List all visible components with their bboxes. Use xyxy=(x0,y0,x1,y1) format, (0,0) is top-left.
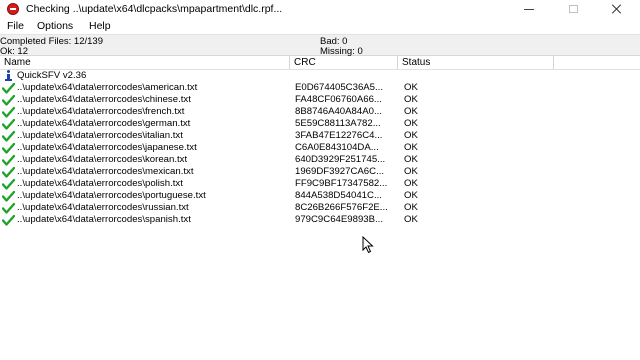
file-crc: 640D3929F251745... xyxy=(295,154,386,165)
file-status: OK xyxy=(404,130,418,141)
file-name: ..\update\x64\data\errorcodes\russian.tx… xyxy=(17,202,189,213)
file-name: ..\update\x64\data\errorcodes\japanese.t… xyxy=(17,142,197,153)
quicksfv-window: Checking ..\update\x64\dlcpacks\mpapartm… xyxy=(0,0,640,360)
file-crc: 1969DF3927CA6C... xyxy=(295,166,385,177)
file-status: OK xyxy=(404,142,418,153)
check-icon xyxy=(2,191,15,202)
info-icon xyxy=(4,70,13,82)
file-crc: E0D674405C36A5... xyxy=(295,82,384,93)
file-status: OK xyxy=(404,94,418,105)
file-status: OK xyxy=(404,178,418,189)
file-crc: 8B8746A40A84A0... xyxy=(295,106,382,117)
list-item[interactable]: ..\update\x64\data\errorcodes\german.txt… xyxy=(0,118,640,130)
file-crc: 5E59C88113A782... xyxy=(295,118,381,129)
file-crc: 8C26B266F576F2E... xyxy=(295,202,388,213)
close-button[interactable] xyxy=(596,0,638,18)
file-name: ..\update\x64\data\errorcodes\french.txt xyxy=(17,106,185,117)
close-icon xyxy=(612,4,622,14)
file-crc: 979C9C64E9893B... xyxy=(295,214,384,225)
file-status: OK xyxy=(404,106,418,117)
minimize-icon xyxy=(524,8,534,10)
file-crc: FA48CF06760A66... xyxy=(295,94,382,105)
list-item[interactable]: ..\update\x64\data\errorcodes\italian.tx… xyxy=(0,130,640,142)
list-header: Name CRC Status xyxy=(0,56,640,70)
file-name: ..\update\x64\data\errorcodes\german.txt xyxy=(17,118,191,129)
minimize-button[interactable] xyxy=(508,0,550,18)
file-name: ..\update\x64\data\errorcodes\korean.txt xyxy=(17,154,188,165)
file-name: ..\update\x64\data\errorcodes\italian.tx… xyxy=(17,130,183,141)
file-status: OK xyxy=(404,82,418,93)
list-item[interactable]: ..\update\x64\data\errorcodes\chinese.tx… xyxy=(0,94,640,106)
list-item[interactable]: ..\update\x64\data\errorcodes\japanese.t… xyxy=(0,142,640,154)
window-title: Checking ..\update\x64\dlcpacks\mpapartm… xyxy=(26,3,283,15)
file-name: ..\update\x64\data\errorcodes\portuguese… xyxy=(17,190,206,201)
column-header-name[interactable]: Name xyxy=(0,56,290,69)
menu-bar: File Options Help xyxy=(0,18,640,34)
file-status: OK xyxy=(404,154,418,165)
file-name: ..\update\x64\data\errorcodes\mexican.tx… xyxy=(17,166,194,177)
menu-file[interactable]: File xyxy=(7,20,24,32)
file-name: ..\update\x64\data\errorcodes\chinese.tx… xyxy=(17,94,191,105)
check-icon xyxy=(2,167,15,178)
file-crc: C6A0E843104DA... xyxy=(295,142,379,153)
file-status: OK xyxy=(404,214,418,225)
mouse-cursor-icon xyxy=(362,236,374,254)
list-item[interactable]: ..\update\x64\data\errorcodes\russian.tx… xyxy=(0,202,640,214)
file-name: ..\update\x64\data\errorcodes\american.t… xyxy=(17,82,198,93)
check-icon xyxy=(2,119,15,130)
list-item[interactable]: ..\update\x64\data\errorcodes\spanish.tx… xyxy=(0,214,640,226)
status-panel: Completed Files: 12/139 Ok: 12 Bad: 0 Mi… xyxy=(0,34,640,57)
check-icon xyxy=(2,131,15,142)
maximize-icon xyxy=(568,5,578,13)
file-crc: 844A538D54041C... xyxy=(295,190,382,201)
check-icon xyxy=(2,179,15,190)
list-item[interactable]: ..\update\x64\data\errorcodes\mexican.tx… xyxy=(0,166,640,178)
file-crc: 3FAB47E12276C4... xyxy=(295,130,383,141)
list-item[interactable]: ..\update\x64\data\errorcodes\portuguese… xyxy=(0,190,640,202)
check-icon xyxy=(2,155,15,166)
file-status: OK xyxy=(404,202,418,213)
menu-help[interactable]: Help xyxy=(89,20,111,32)
file-name: ..\update\x64\data\errorcodes\polish.txt xyxy=(17,178,183,189)
check-icon xyxy=(2,143,15,154)
list-item[interactable]: ..\update\x64\data\errorcodes\american.t… xyxy=(0,82,640,94)
file-status: OK xyxy=(404,118,418,129)
check-icon xyxy=(2,203,15,214)
menu-options[interactable]: Options xyxy=(37,20,73,32)
list-item[interactable]: ..\update\x64\data\errorcodes\french.txt… xyxy=(0,106,640,118)
file-list[interactable]: QuickSFV v2.36 ..\update\x64\data\errorc… xyxy=(0,70,640,226)
list-item[interactable]: ..\update\x64\data\errorcodes\polish.txt… xyxy=(0,178,640,190)
file-crc: FF9C9BF17347582... xyxy=(295,178,388,189)
title-bar[interactable]: Checking ..\update\x64\dlcpacks\mpapartm… xyxy=(0,0,640,18)
column-header-status[interactable]: Status xyxy=(398,56,554,69)
file-status: OK xyxy=(404,166,418,177)
quicksfv-version-label: QuickSFV v2.36 xyxy=(17,70,87,81)
app-icon xyxy=(7,3,19,15)
maximize-button[interactable] xyxy=(552,0,594,18)
check-icon xyxy=(2,95,15,106)
check-icon xyxy=(2,215,15,226)
list-item-header[interactable]: QuickSFV v2.36 xyxy=(0,70,640,82)
file-name: ..\update\x64\data\errorcodes\spanish.tx… xyxy=(17,214,191,225)
list-item[interactable]: ..\update\x64\data\errorcodes\korean.txt… xyxy=(0,154,640,166)
check-icon xyxy=(2,107,15,118)
file-status: OK xyxy=(404,190,418,201)
check-icon xyxy=(2,83,15,94)
column-header-crc[interactable]: CRC xyxy=(290,56,398,69)
